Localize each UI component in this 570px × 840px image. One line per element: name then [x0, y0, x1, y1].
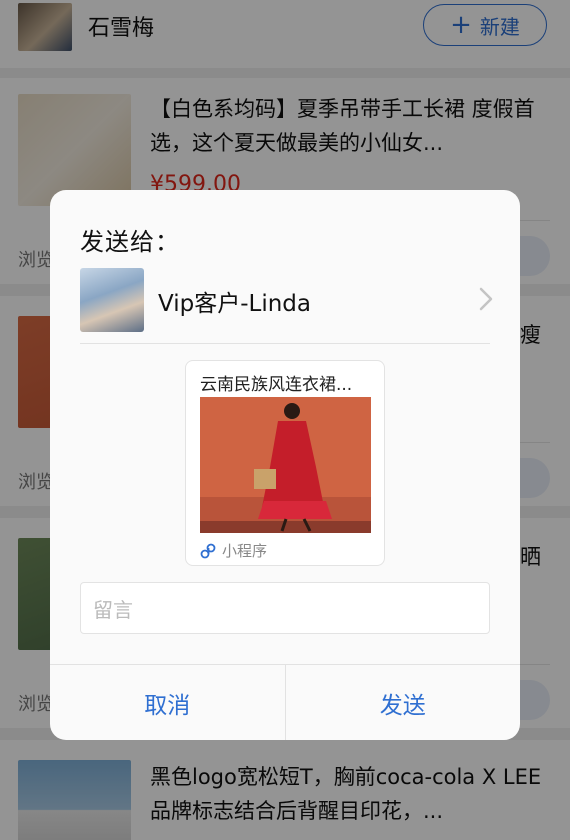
mini-program-image [200, 397, 371, 533]
chevron-right-icon [479, 287, 493, 311]
recipient-name: Vip客户-Linda [158, 291, 311, 317]
cancel-button[interactable]: 取消 [50, 665, 286, 740]
mini-program-footer: 小程序 [200, 540, 267, 561]
recipient-row[interactable]: Vip客户-Linda [80, 268, 493, 334]
send-button[interactable]: 发送 [286, 665, 521, 740]
message-input[interactable]: 留言 [80, 582, 490, 634]
divider [80, 343, 490, 344]
message-placeholder: 留言 [93, 597, 133, 622]
send-to-dialog: 发送给： Vip客户-Linda 云南民族风连衣裙... 小程序 留言 取消 发… [50, 190, 520, 740]
mini-program-label: 小程序 [222, 542, 268, 560]
dialog-title: 发送给： [80, 228, 180, 256]
mini-program-card[interactable]: 云南民族风连衣裙... 小程序 [185, 360, 385, 566]
mini-program-title: 云南民族风连衣裙... [200, 375, 353, 395]
mini-program-icon [200, 543, 216, 558]
dialog-actions: 取消 发送 [50, 664, 520, 740]
recipient-avatar [80, 268, 144, 332]
